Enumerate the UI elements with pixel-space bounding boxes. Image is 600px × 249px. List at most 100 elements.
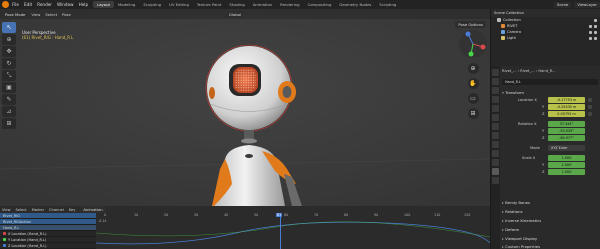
navigation-gizmo[interactable] [458,29,488,59]
tab-uv-editing[interactable]: UV Editing [165,1,193,8]
gizmo-z-icon [465,31,471,37]
menu-help[interactable]: Help [79,2,89,7]
robot-ear-left [209,87,215,99]
transform-section-header[interactable]: Transform [502,90,524,95]
breadcrumb-item[interactable]: Hand_R... [538,69,555,73]
rotation-mode-dropdown[interactable]: XYZ Euler [548,145,585,151]
graph-menu-view[interactable]: View [2,208,11,212]
data-tab-icon[interactable] [492,159,499,166]
bone-tab-icon[interactable] [492,168,499,175]
bendy-bones-section[interactable]: Bendy Bones [502,200,530,205]
outliner-item[interactable]: Light [491,35,600,41]
visibility-eye-icon[interactable] [589,36,592,40]
move-tool-icon[interactable]: ✥ [2,46,16,57]
menu-file[interactable]: File [12,2,19,7]
menu-view[interactable]: View [31,12,40,17]
annotate-tool-icon[interactable]: ✎ [2,94,16,105]
bone-name-field[interactable]: Hand_R.L [502,79,598,85]
tab-texture-paint[interactable]: Texture Paint [193,1,226,8]
select-tool-icon[interactable]: ↖ [2,22,16,33]
rotate-tool-icon[interactable]: ↻ [2,58,16,69]
playhead[interactable] [280,213,281,249]
scene-selector[interactable]: Scene [553,1,572,8]
zoom-icon[interactable]: ⊕ [467,63,479,74]
rotation-y-field[interactable]: -53.033° [548,128,585,134]
tab-scripting[interactable]: Scripting [375,1,400,8]
graph-menu-marker[interactable]: Marker [32,208,44,212]
object-tab-icon[interactable] [492,123,499,130]
render-tab-icon[interactable] [492,78,499,85]
tab-layout[interactable]: Layout [93,1,115,8]
current-frame-label[interactable]: 61 [276,213,283,217]
tool-tab-icon[interactable] [492,69,499,76]
channel-label: Y Location (Hand_R.L) [8,237,47,242]
render-camera-icon[interactable] [594,30,597,34]
lock-icon[interactable] [588,98,592,102]
rotation-x-field[interactable]: 37.344° [548,121,585,127]
location-y-field[interactable]: -0.25435 m [548,104,585,110]
pan-icon[interactable]: ✋ [467,78,479,89]
deform-section[interactable]: Deform [502,227,519,232]
viewport-display-section[interactable]: Viewport Display [502,236,537,241]
rotation-z-field[interactable]: -64.977° [548,135,585,141]
visibility-eye-icon[interactable] [589,30,592,34]
tab-sculpting[interactable]: Sculpting [139,1,165,8]
channel-row[interactable]: Z Location (Hand_R.L) [0,243,96,249]
cursor-tool-icon[interactable]: ⊕ [2,34,16,45]
render-camera-icon[interactable] [594,36,597,40]
orientation-selector[interactable]: Global [225,10,244,18]
scale-x-field[interactable]: 1.000 [548,155,585,161]
pose-breakdown-tool-icon[interactable]: ⊞ [2,118,16,129]
pose-options-button[interactable]: Pose Options [455,21,486,28]
scale-z-field[interactable]: 1.000 [548,169,585,175]
perspective-toggle-icon[interactable]: ⊞ [467,108,479,119]
tab-modeling[interactable]: Modeling [114,1,139,8]
blender-logo-icon[interactable] [2,1,9,8]
graph-menu-key[interactable]: Key [69,208,76,212]
lock-icon[interactable] [588,105,592,109]
editor-mode-selector[interactable]: Animation [80,206,106,213]
3d-viewport[interactable]: Pose Mode View Select Pose Global Pose O… [0,9,490,206]
inverse-kinematics-section[interactable]: Inverse Kinematics [502,218,541,223]
tab-compositing[interactable]: Compositing [304,1,336,8]
transform-tool-icon[interactable]: ▣ [2,82,16,93]
scene-tab-icon[interactable] [492,105,499,112]
exclude-checkbox[interactable] [594,18,597,22]
tab-geometry-nodes[interactable]: Geometry Nodes [335,1,375,8]
graph-area[interactable]: 0 10 20 30 40 50 60 70 80 90 100 110 120 -0.14 61 [96,213,490,249]
view-layer-tab-icon[interactable] [492,96,499,103]
location-z-field[interactable]: 0.05793 m [548,111,585,117]
tab-animation[interactable]: Animation [249,1,276,8]
lock-icon[interactable] [588,112,592,116]
bone-constraint-tab-icon[interactable] [492,177,499,184]
location-x-field[interactable]: -0.17753 m [548,97,585,103]
scene-label: Scene [556,2,569,7]
view-layer-selector[interactable]: ViewLayer [574,1,600,8]
breadcrumb-item[interactable]: Rivet_... [502,69,516,73]
menu-window[interactable]: Window [57,2,74,7]
scale-tool-icon[interactable]: ⤡ [2,70,16,81]
graph-menu-select[interactable]: Select [16,208,27,212]
visibility-eye-icon[interactable] [589,24,592,28]
physics-tab-icon[interactable] [492,141,499,148]
camera-view-icon[interactable]: ▭ [467,93,479,104]
scale-y-field[interactable]: 1.000 [548,162,585,168]
tab-shading[interactable]: Shading [225,1,248,8]
custom-properties-section[interactable]: Custom Properties [502,244,540,249]
menu-pose[interactable]: Pose [62,12,71,17]
render-camera-icon[interactable] [594,24,597,28]
graph-menu-channel[interactable]: Channel [49,208,64,212]
tab-rendering[interactable]: Rendering [276,1,303,8]
menu-select[interactable]: Select [45,12,57,17]
constraint-tab-icon[interactable] [492,150,499,157]
world-tab-icon[interactable] [492,114,499,121]
modifier-tab-icon[interactable] [492,132,499,139]
relations-section[interactable]: Relations [502,209,522,214]
axis-y-label: Y [542,163,545,167]
measure-tool-icon[interactable]: ⊿ [2,106,16,117]
mode-selector[interactable]: Pose Mode [2,10,29,18]
menu-edit[interactable]: Edit [24,2,32,7]
breadcrumb-item[interactable]: Rivet_... [520,69,534,73]
output-tab-icon[interactable] [492,87,499,94]
menu-render[interactable]: Render [37,2,52,7]
